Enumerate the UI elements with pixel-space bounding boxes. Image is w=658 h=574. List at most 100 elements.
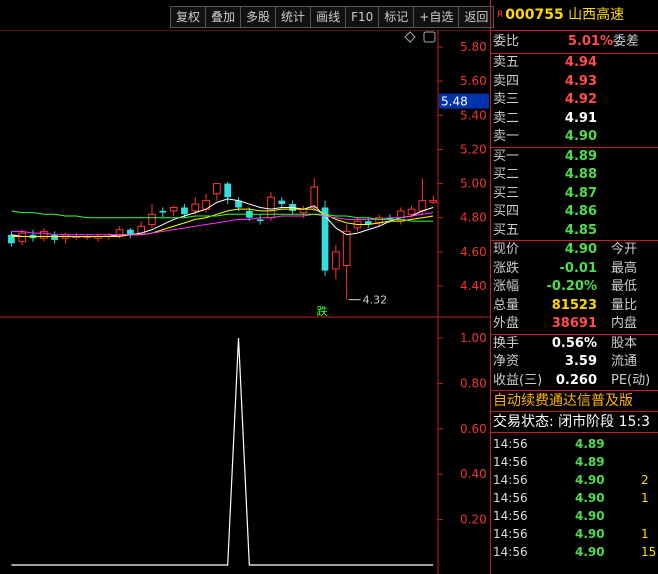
stat-row-0-value: 0.56% [551, 335, 597, 351]
toolbar-button-6[interactable]: 标记 [379, 6, 415, 28]
tick-price: 4.89 [575, 455, 605, 469]
candle-body [310, 186, 319, 208]
tick-row: 14:56 4.89 [491, 435, 658, 453]
tick-price: 4.90 [575, 473, 605, 487]
trade-status: 交易状态: 闭市阶段 15:3 [491, 411, 658, 432]
order-ratio-value: 5.01% [567, 34, 613, 49]
candle-body [342, 230, 351, 267]
ask-row-1-label: 卖四 [493, 73, 520, 89]
candle-body [418, 200, 427, 212]
quote-row-0-label: 现价 [493, 242, 520, 257]
candle-body [256, 219, 264, 222]
bid-row-4[interactable]: 买五 4.85 [491, 222, 658, 241]
candle-body [115, 229, 124, 236]
tick-volume: 1 [641, 527, 649, 541]
bid-row-3[interactable]: 买四 4.86 [491, 203, 658, 222]
indicator-tick-label: 0.80 [460, 376, 487, 390]
quote-row-4-label: 外盘 [493, 316, 520, 331]
tick-list[interactable]: 14:56 4.89 14:56 4.89 14:56 4.90 2 14:56 4.90 1 14… [491, 432, 658, 559]
candle-body [407, 208, 416, 215]
bid-row-0-value: 4.89 [564, 148, 597, 164]
ask-row-4[interactable]: 卖一 4.90 [491, 128, 658, 147]
tick-row: 14:56 4.90 2 [491, 471, 658, 489]
chart-area[interactable]: 5.80 5.60 5.40 5.20 5.00 4.80 4.60 4.40 5.48 4.32… [0, 30, 490, 574]
quote-panel: R 000755 山西高速 委比 5.01% 委差 卖五 4.94 卖四 4.93 卖三 4.92… [490, 0, 658, 574]
candle-body [39, 230, 48, 239]
indicator-tick-label: 1.00 [460, 331, 487, 345]
candle-body [299, 208, 308, 214]
price-tick-label: 5.60 [460, 74, 487, 88]
indicator-tick-label: 0.40 [460, 467, 487, 481]
bid-row-4-value: 4.85 [564, 222, 597, 238]
bid-row-2[interactable]: 买三 4.87 [491, 185, 658, 204]
order-ratio-row: 委比 5.01% 委差 [491, 30, 658, 53]
indicator-line [11, 337, 434, 566]
tick-price: 4.90 [575, 491, 605, 505]
bid-row-0[interactable]: 买一 4.89 [491, 146, 658, 167]
ask-row-2[interactable]: 卖三 4.92 [491, 91, 658, 110]
bid-row-2-value: 4.87 [564, 185, 597, 201]
stat-row-1[interactable]: 净资 3.59 流通 [491, 353, 658, 372]
tick-row: 14:56 4.90 [491, 507, 658, 525]
tick-row: 14:56 4.90 15 [491, 543, 658, 561]
tick-time: 14:56 [493, 527, 528, 541]
candle-body [148, 213, 156, 226]
bid-row-3-label: 买四 [493, 204, 520, 219]
stat-row-2[interactable]: 收益(三) 0.260 PE(动) [491, 372, 658, 391]
stat-row-1-label: 净资 [493, 354, 520, 369]
bid-row-3-value: 4.86 [564, 204, 597, 219]
toolbar-button-4[interactable]: 画线 [311, 6, 347, 28]
tick-row: 14:56 4.90 1 [491, 489, 658, 507]
tick-price: 4.89 [575, 437, 605, 451]
ask-row-2-value: 4.92 [564, 92, 597, 107]
tick-time: 14:56 [493, 473, 528, 487]
min-price-label: 4.32 [363, 294, 388, 307]
quote-row-4-label2: 内盘 [611, 316, 638, 331]
bid-row-4-label: 买五 [493, 222, 520, 238]
quote-row-2-value: -0.20% [546, 279, 598, 294]
quote-row-2-label2: 最低 [611, 279, 638, 294]
quote-row-3-label: 总量 [493, 297, 520, 313]
candle-body [331, 251, 340, 270]
ask-row-3[interactable]: 卖二 4.91 [491, 110, 658, 129]
diamond-icon [404, 31, 416, 43]
toolbar-button-7[interactable]: +自选 [414, 6, 460, 28]
stat-row-1-value: 3.59 [564, 354, 597, 369]
candle-body [321, 207, 329, 271]
quote-row-2[interactable]: 涨幅 -0.20% 最低 [491, 278, 658, 297]
toolbar-button-3[interactable]: 统计 [276, 6, 312, 28]
stat-row-1-label2: 流通 [611, 354, 638, 369]
quote-row-3[interactable]: 总量 81523 量比 [491, 297, 658, 316]
quote-row-4[interactable]: 外盘 38691 内盘 [491, 315, 658, 334]
quote-row-0[interactable]: 现价 4.90 今开 [491, 240, 658, 260]
ask-row-1-value: 4.93 [564, 73, 597, 89]
quote-row-2-label: 涨幅 [493, 279, 520, 294]
stock-name[interactable]: 山西高速 [568, 7, 624, 23]
price-tick-label: 4.80 [460, 211, 487, 225]
stat-row-2-value: 0.260 [555, 372, 597, 388]
quote-row-1-value: -0.01 [559, 260, 597, 276]
toolbar-button-2[interactable]: 多股 [241, 6, 277, 28]
toolbar-button-5[interactable]: F10 [346, 6, 380, 28]
ask-row-1[interactable]: 卖四 4.93 [491, 73, 658, 92]
ask-row-4-label: 卖一 [493, 129, 520, 144]
ask-row-0[interactable]: 卖五 4.94 [491, 53, 658, 73]
stat-row-0[interactable]: 换手 0.56% 股本 [491, 333, 658, 354]
quote-row-1[interactable]: 涨跌 -0.01 最高 [491, 260, 658, 279]
quote-row-3-value: 81523 [551, 297, 597, 313]
indicator-tick-label: 0.60 [460, 422, 487, 436]
quote-row-0-label2: 今开 [611, 242, 638, 257]
toolbar-button-0[interactable]: 复权 [170, 6, 207, 28]
price-tick-label: 5.40 [460, 108, 487, 122]
candle-body [181, 207, 188, 215]
price-tick-label: 5.80 [460, 40, 487, 54]
bid-row-1[interactable]: 买二 4.88 [491, 166, 658, 185]
candle-body [224, 183, 232, 198]
stock-code[interactable]: 000755 [505, 7, 563, 23]
ask-row-0-value: 4.94 [564, 55, 597, 70]
tick-row: 14:56 4.90 1 [491, 525, 658, 543]
ask-row-3-label: 卖二 [493, 110, 520, 126]
candle-body [169, 206, 178, 212]
toolbar-button-1[interactable]: 叠加 [206, 6, 242, 28]
promo-link[interactable]: 自动续费通达信普及版 [491, 390, 658, 411]
